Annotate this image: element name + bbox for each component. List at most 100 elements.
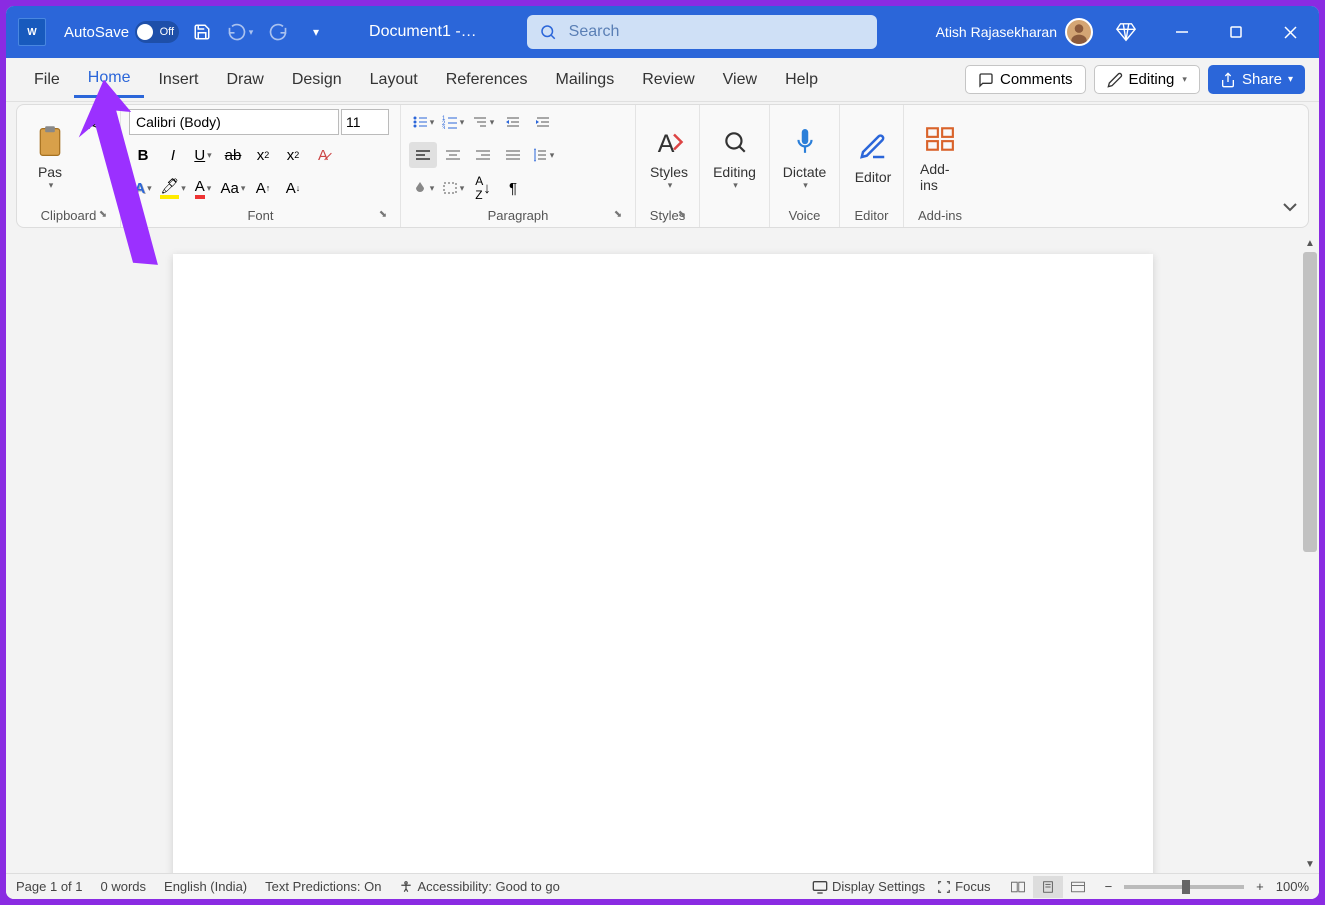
paragraph-launcher-icon[interactable]: ⬊ <box>611 209 625 223</box>
editing-mode-button[interactable]: Editing ▾ <box>1094 65 1200 94</box>
scroll-up-icon[interactable]: ▲ <box>1301 234 1319 252</box>
sort-button[interactable]: AZ↓ <box>469 175 497 201</box>
undo-button[interactable]: ▾ <box>225 17 255 47</box>
editor-button[interactable]: Editor <box>848 109 898 205</box>
ribbon-tabbar: File Home Insert Draw Design Layout Refe… <box>6 58 1319 102</box>
share-icon <box>1220 72 1236 88</box>
styles-launcher-icon[interactable]: ⬊ <box>675 209 689 223</box>
editing-dropdown[interactable]: Editing▾ <box>708 109 761 205</box>
scroll-thumb[interactable] <box>1303 252 1317 552</box>
clipboard-launcher-icon[interactable]: ⬊ <box>96 209 110 223</box>
numbering-button[interactable]: 123▾ <box>439 109 467 135</box>
autosave-label: AutoSave <box>64 24 129 41</box>
superscript-button[interactable]: x2 <box>279 142 307 168</box>
word-count-status[interactable]: 0 words <box>101 879 147 894</box>
print-layout-view-button[interactable] <box>1033 876 1063 898</box>
tab-home[interactable]: Home <box>74 61 145 98</box>
autosave-toggle[interactable]: Off <box>135 21 179 43</box>
accessibility-status[interactable]: Accessibility: Good to go <box>399 879 559 894</box>
accessibility-icon <box>399 880 413 894</box>
display-settings-button[interactable]: Display Settings <box>812 879 925 894</box>
italic-button[interactable]: I <box>159 142 187 168</box>
focus-mode-button[interactable]: Focus <box>937 879 990 894</box>
document-title[interactable]: Document1 -… <box>369 23 477 41</box>
decrease-indent-button[interactable] <box>499 109 527 135</box>
strikethrough-button[interactable]: ab <box>219 142 247 168</box>
cut-button[interactable]: ✂ <box>79 113 107 139</box>
text-effects-button[interactable]: A▾ <box>129 175 157 201</box>
diamond-icon[interactable] <box>1111 17 1141 47</box>
zoom-level[interactable]: 100% <box>1276 879 1309 894</box>
highlight-button[interactable]: 🖊▾ <box>159 175 187 201</box>
tab-draw[interactable]: Draw <box>212 63 277 97</box>
pencil-icon <box>1107 72 1123 88</box>
font-name-select[interactable] <box>129 109 339 135</box>
titlebar: W AutoSave Off ▾ ▾ Document1 -… <box>6 6 1319 58</box>
comments-button[interactable]: Comments <box>965 65 1086 94</box>
qat-customize-button[interactable]: ▾ <box>301 17 331 47</box>
grow-font-button[interactable]: A↑ <box>249 175 277 201</box>
change-case-button[interactable]: Aa▾ <box>219 175 247 201</box>
align-center-button[interactable] <box>439 142 467 168</box>
bullets-button[interactable]: ▾ <box>409 109 437 135</box>
bold-button[interactable]: B <box>129 142 157 168</box>
language-status[interactable]: English (India) <box>164 879 247 894</box>
user-avatar[interactable] <box>1065 18 1093 46</box>
align-left-button[interactable] <box>409 142 437 168</box>
zoom-in-button[interactable]: + <box>1256 879 1264 894</box>
tab-layout[interactable]: Layout <box>356 63 432 97</box>
redo-button[interactable] <box>263 17 293 47</box>
share-button[interactable]: Share ▾ <box>1208 65 1305 94</box>
line-spacing-button[interactable]: ▾ <box>529 142 557 168</box>
font-color-button[interactable]: A▾ <box>189 175 217 201</box>
align-right-button[interactable] <box>469 142 497 168</box>
zoom-slider[interactable] <box>1124 885 1244 889</box>
clear-formatting-button[interactable]: A̷ <box>309 142 337 168</box>
vertical-scrollbar[interactable]: ▲ ▼ <box>1301 234 1319 873</box>
underline-button[interactable]: U▾ <box>189 142 217 168</box>
text-predictions-status[interactable]: Text Predictions: On <box>265 879 381 894</box>
multilevel-list-button[interactable]: ▾ <box>469 109 497 135</box>
zoom-out-button[interactable]: − <box>1105 879 1113 894</box>
collapse-ribbon-button[interactable] <box>1282 199 1298 217</box>
tab-design[interactable]: Design <box>278 63 356 97</box>
show-marks-button[interactable]: ¶ <box>499 175 527 201</box>
comment-icon <box>978 72 994 88</box>
shrink-font-button[interactable]: A↓ <box>279 175 307 201</box>
svg-text:A: A <box>658 130 675 157</box>
maximize-button[interactable] <box>1213 9 1259 55</box>
username[interactable]: Atish Rajasekharan <box>936 24 1057 40</box>
search-input[interactable]: Search <box>527 15 877 49</box>
tab-review[interactable]: Review <box>628 63 708 97</box>
justify-button[interactable] <box>499 142 527 168</box>
font-size-select[interactable] <box>341 109 389 135</box>
dictate-button[interactable]: Dictate▾ <box>778 109 831 205</box>
document-area[interactable]: ▲ ▼ <box>6 234 1319 873</box>
focus-icon <box>937 880 951 894</box>
ribbon: Pas ▾ ✂ Clipboard⬊ B I U▾ ab <box>16 104 1309 228</box>
tab-help[interactable]: Help <box>771 63 832 97</box>
font-launcher-icon[interactable]: ⬊ <box>376 209 390 223</box>
svg-text:3: 3 <box>442 126 446 129</box>
tab-mailings[interactable]: Mailings <box>542 63 629 97</box>
minimize-button[interactable] <box>1159 9 1205 55</box>
page-number-status[interactable]: Page 1 of 1 <box>16 879 83 894</box>
borders-button[interactable]: ▾ <box>439 175 467 201</box>
save-button[interactable] <box>187 17 217 47</box>
tab-references[interactable]: References <box>432 63 542 97</box>
search-icon <box>539 23 557 41</box>
tab-insert[interactable]: Insert <box>144 63 212 97</box>
read-mode-view-button[interactable] <box>1003 876 1033 898</box>
close-button[interactable] <box>1267 9 1313 55</box>
addins-button[interactable]: Add-ins <box>912 109 968 205</box>
scroll-down-icon[interactable]: ▼ <box>1301 855 1319 873</box>
paste-button[interactable]: Pas ▾ <box>25 109 75 205</box>
styles-button[interactable]: A Styles▾ <box>644 109 694 205</box>
subscript-button[interactable]: x2 <box>249 142 277 168</box>
shading-button[interactable]: ▾ <box>409 175 437 201</box>
tab-view[interactable]: View <box>709 63 771 97</box>
increase-indent-button[interactable] <box>529 109 557 135</box>
document-page[interactable] <box>173 254 1153 873</box>
tab-file[interactable]: File <box>20 63 74 97</box>
web-layout-view-button[interactable] <box>1063 876 1093 898</box>
